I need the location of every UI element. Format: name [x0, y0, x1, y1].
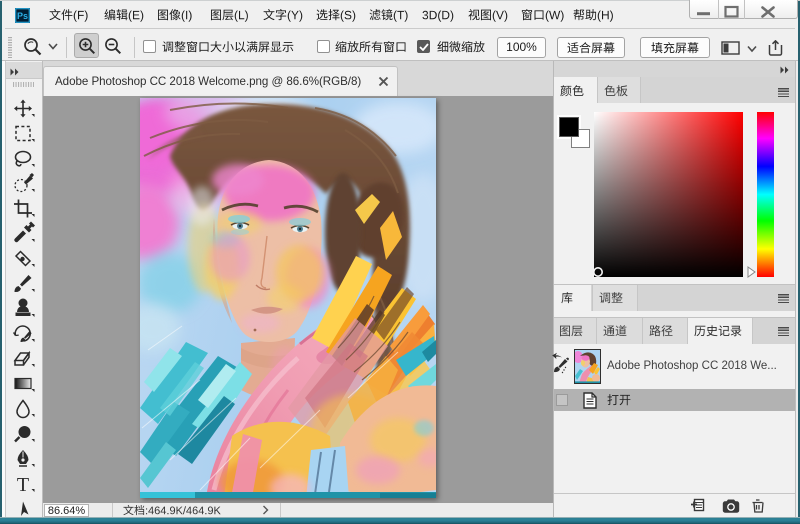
svg-text:Ps: Ps: [17, 11, 28, 21]
svg-text:T: T: [17, 474, 29, 496]
